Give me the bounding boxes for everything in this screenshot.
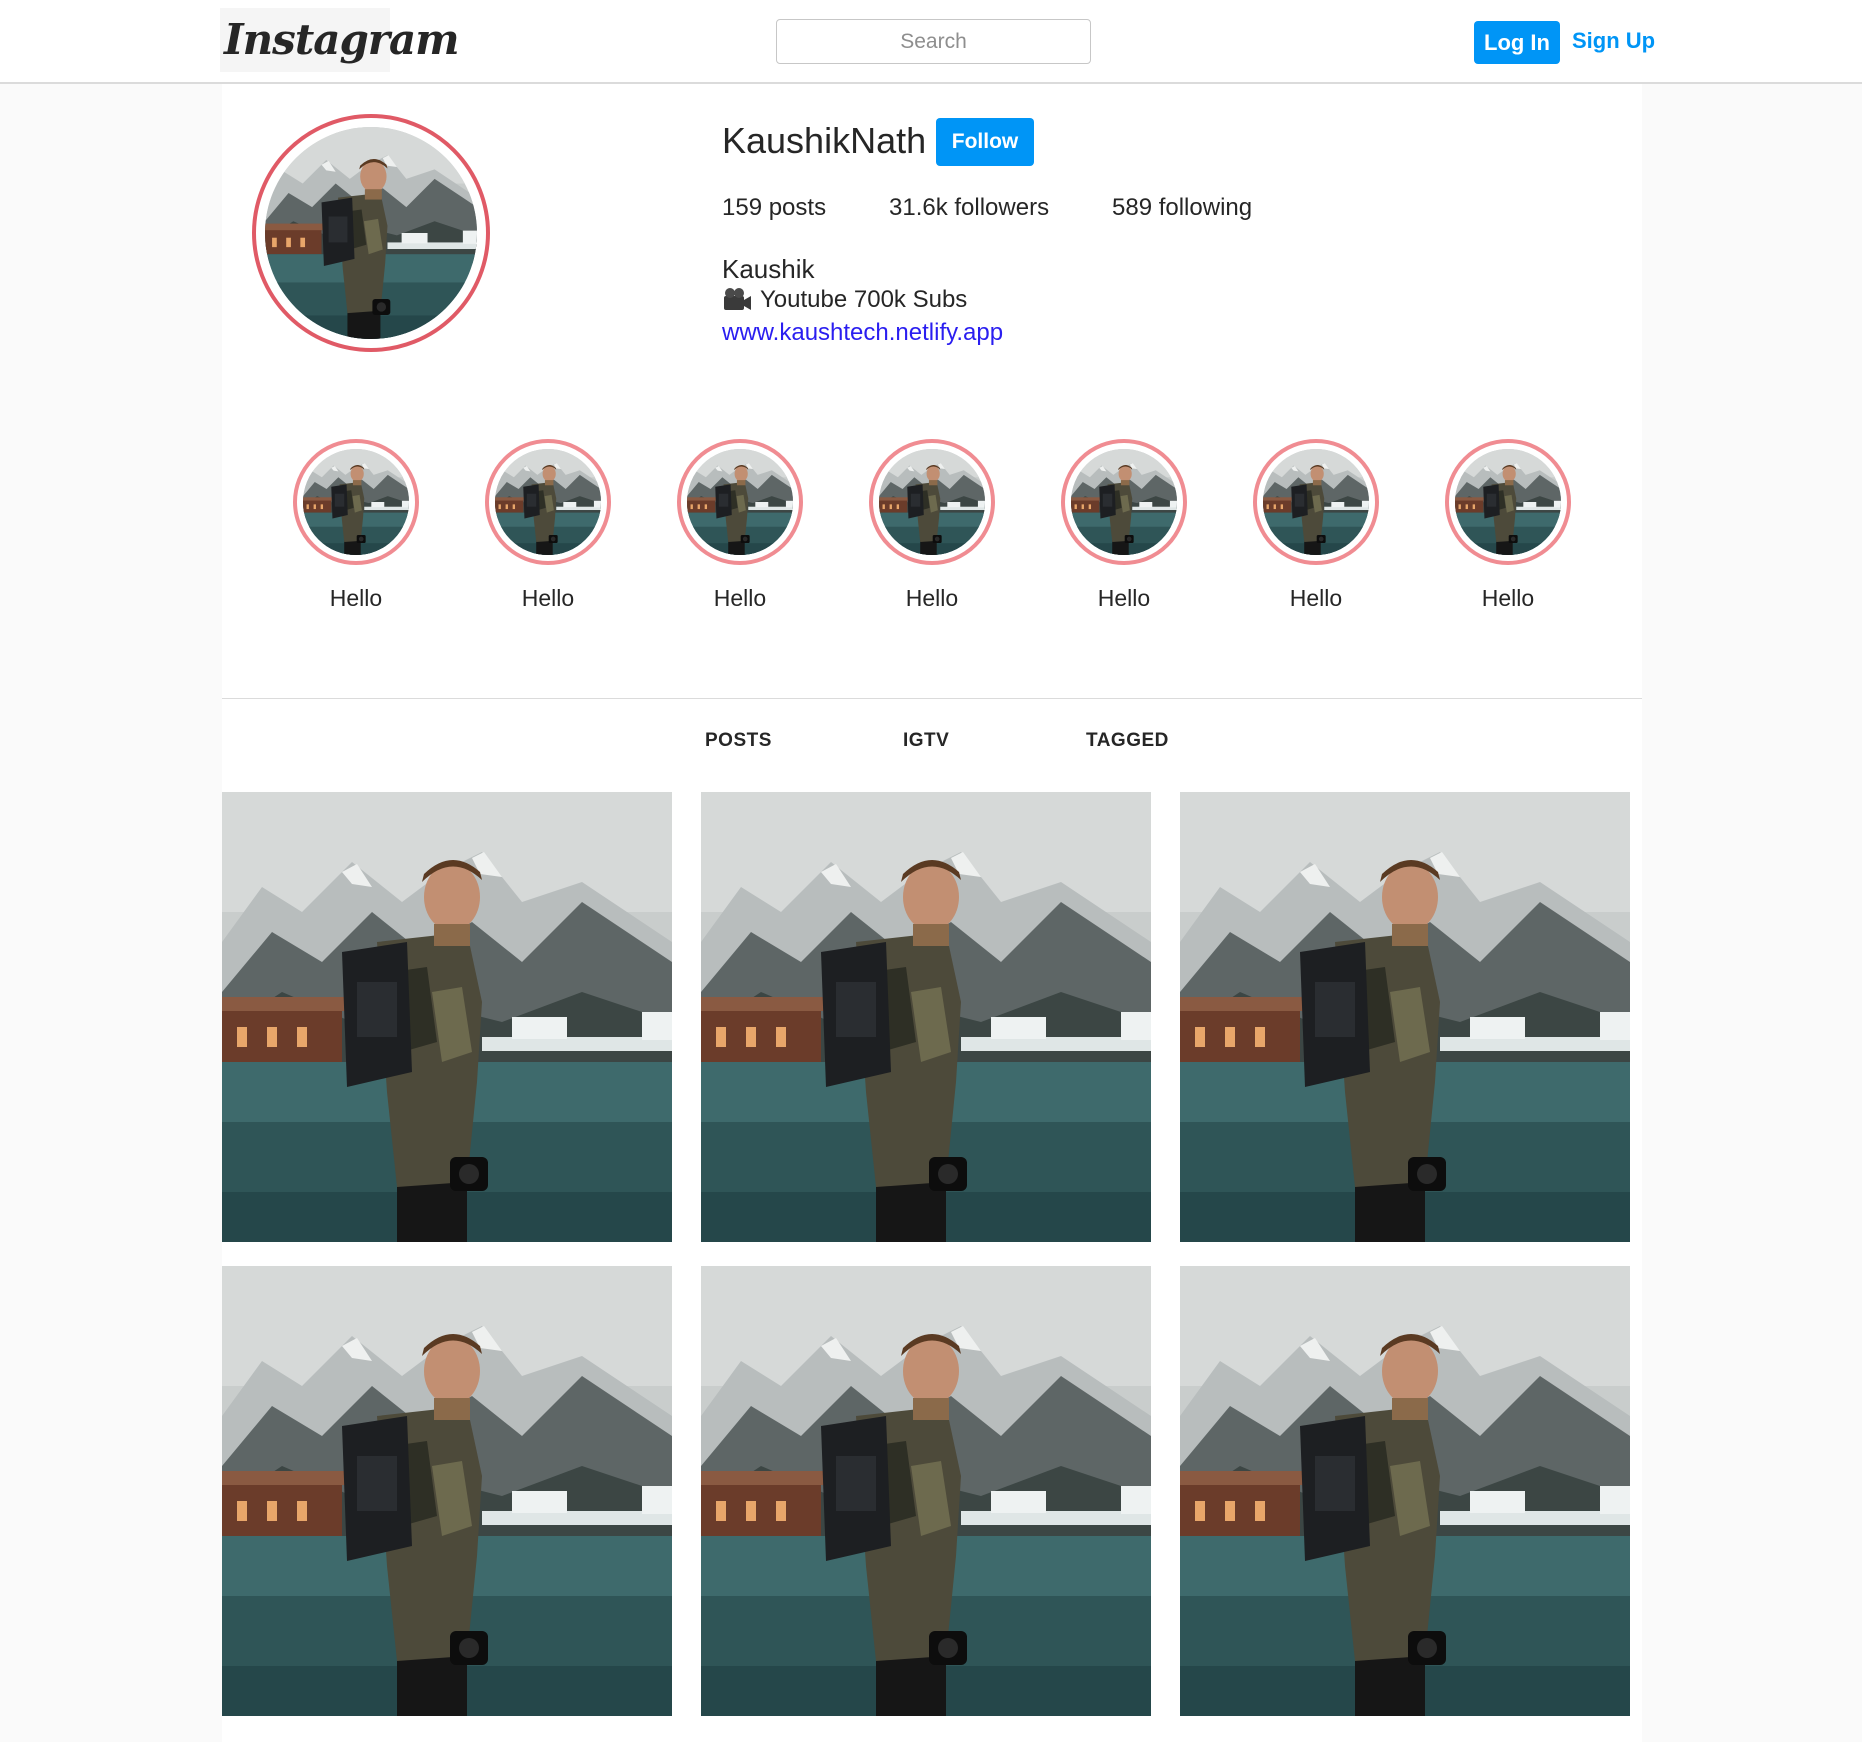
- following-count[interactable]: 589 following: [1112, 194, 1252, 222]
- highlight-label: Hello: [1289, 585, 1343, 611]
- highlight-ring: [1445, 439, 1571, 565]
- instagram-logo[interactable]: Instagram: [220, 8, 460, 72]
- highlight-photo: [879, 449, 985, 555]
- highlight-label: Hello: [1481, 585, 1535, 611]
- highlight-label: Hello: [1097, 585, 1151, 611]
- top-navbar: Instagram Log In Sign Up: [0, 0, 1862, 84]
- avatar-photo: [265, 127, 477, 339]
- profile-username: KaushikNath: [722, 120, 927, 161]
- highlight-label: Hello: [521, 585, 575, 611]
- highlight-label: Hello: [329, 585, 383, 611]
- follow-button[interactable]: Follow: [936, 118, 1034, 166]
- highlight-label: Hello: [905, 585, 959, 611]
- highlight-photo: [495, 449, 601, 555]
- section-divider: [222, 698, 1642, 699]
- login-button[interactable]: Log In: [1474, 21, 1560, 64]
- highlight-ring: [1061, 439, 1187, 565]
- highlight-photo: [687, 449, 793, 555]
- post-thumbnail[interactable]: [222, 1266, 672, 1716]
- tab-tagged[interactable]: TAGGED: [1086, 730, 1169, 752]
- post-thumbnail[interactable]: [1180, 792, 1630, 1242]
- story-highlight[interactable]: Hello: [867, 439, 997, 612]
- profile-avatar[interactable]: [252, 114, 490, 352]
- post-thumbnail[interactable]: [1180, 1266, 1630, 1716]
- highlight-photo: [1455, 449, 1561, 555]
- highlight-photo: [1071, 449, 1177, 555]
- story-highlight[interactable]: Hello: [291, 439, 421, 612]
- signup-link[interactable]: Sign Up: [1572, 28, 1655, 58]
- search-input[interactable]: [776, 19, 1091, 64]
- post-thumbnail[interactable]: [701, 1266, 1151, 1716]
- highlight-ring: [485, 439, 611, 565]
- story-highlight[interactable]: Hello: [483, 439, 613, 612]
- highlight-label: Hello: [713, 585, 767, 611]
- story-highlight[interactable]: Hello: [1443, 439, 1573, 612]
- highlight-photo: [1263, 449, 1369, 555]
- profile-full-name: Kaushik: [722, 254, 815, 284]
- post-thumbnail[interactable]: [222, 792, 672, 1242]
- highlight-ring: [677, 439, 803, 565]
- profile-page: KaushikNath Follow 159 posts 31.6k follo…: [222, 84, 1642, 1742]
- tab-posts[interactable]: POSTS: [705, 730, 772, 752]
- highlight-ring: [1253, 439, 1379, 565]
- story-highlight[interactable]: Hello: [1251, 439, 1381, 612]
- posts-count: 159 posts: [722, 194, 827, 221]
- highlight-ring: [293, 439, 419, 565]
- post-thumbnail[interactable]: [701, 792, 1151, 1242]
- bio-text: Youtube 700k Subs: [760, 286, 968, 313]
- highlight-ring: [869, 439, 995, 565]
- story-highlight[interactable]: Hello: [1059, 439, 1189, 612]
- video-camera-icon: [722, 287, 752, 313]
- followers-count[interactable]: 31.6k followers: [889, 194, 1049, 222]
- profile-bio: Youtube 700k Subs: [722, 286, 967, 314]
- story-highlight[interactable]: Hello: [675, 439, 805, 612]
- tab-igtv[interactable]: IGTV: [903, 730, 949, 752]
- website-link[interactable]: www.kaushtech.netlify.app: [722, 319, 1003, 347]
- highlight-photo: [303, 449, 409, 555]
